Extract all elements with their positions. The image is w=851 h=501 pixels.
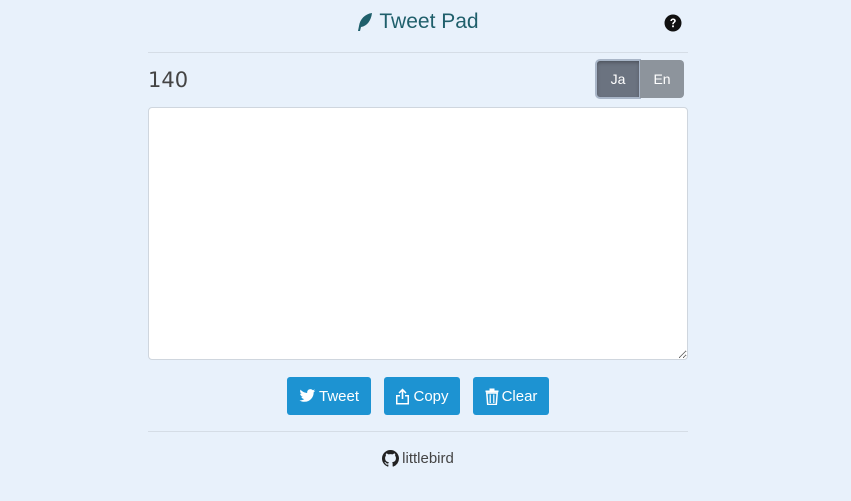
twitter-bird-icon (299, 389, 316, 403)
clear-button[interactable]: Clear (473, 377, 549, 415)
share-upload-icon (395, 388, 410, 405)
copy-button-label: Copy (413, 387, 449, 405)
tweet-textarea[interactable] (148, 107, 688, 360)
app-title-text: Tweet Pad (379, 10, 479, 33)
clear-button-label: Clear (501, 387, 538, 405)
action-buttons: Tweet Copy Clear (148, 377, 688, 415)
feather-icon (357, 12, 373, 32)
language-ja-button[interactable]: Ja (595, 59, 641, 99)
github-link[interactable]: littlebird (148, 450, 688, 467)
language-en-button[interactable]: En (640, 60, 684, 98)
copy-button[interactable]: Copy (384, 377, 460, 415)
app-title: Tweet Pad (148, 10, 688, 34)
github-icon (382, 450, 400, 467)
counter-row: 140 Ja En (148, 59, 688, 100)
language-toggle: Ja En (595, 59, 684, 99)
app-container: Tweet Pad 140 Ja En Tweet Copy Clear lit… (148, 0, 688, 501)
header: Tweet Pad (148, 0, 688, 53)
tweet-button[interactable]: Tweet (287, 377, 371, 415)
trash-icon (485, 388, 499, 405)
tweet-button-label: Tweet (318, 387, 360, 405)
character-counter: 140 (148, 68, 189, 92)
question-circle-icon[interactable] (664, 14, 682, 32)
github-link-label: littlebird (402, 450, 454, 467)
footer-divider (148, 431, 688, 432)
